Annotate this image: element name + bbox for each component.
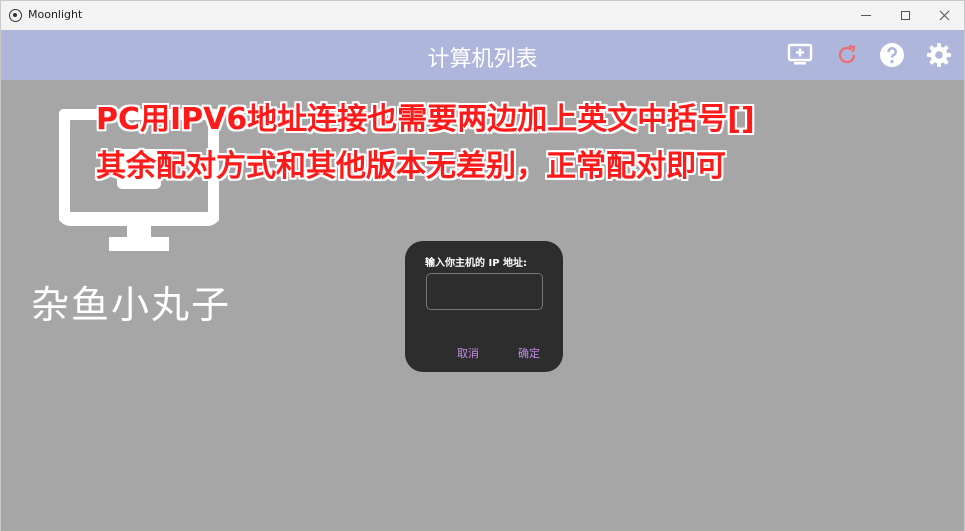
minimize-icon [861, 15, 871, 16]
moonlight-window: Moonlight 计算机列表 杂鱼小丸子 PC用IPV6地址连接也需要两边加上… [0, 0, 965, 531]
add-pc-button[interactable] [787, 42, 813, 68]
ip-address-input[interactable] [426, 273, 543, 310]
close-icon [939, 10, 949, 21]
cancel-button[interactable]: 取消 [457, 345, 479, 361]
refresh-icon [838, 44, 856, 64]
moonlight-logo-icon [9, 9, 22, 22]
maximize-button[interactable] [883, 1, 927, 30]
title-bar: Moonlight [1, 1, 964, 30]
annotation-line-2: 其余配对方式和其他版本无差别，正常配对即可 [96, 149, 726, 184]
ok-button[interactable]: 确定 [518, 345, 540, 361]
add-pc-dialog: 输入你主机的 IP 地址: 取消 确定 [405, 241, 563, 372]
maximize-icon [900, 11, 910, 20]
close-button[interactable] [922, 1, 965, 30]
settings-button[interactable] [926, 42, 952, 68]
help-icon [880, 43, 904, 67]
help-button[interactable] [879, 42, 905, 68]
computer-name: 杂鱼小丸子 [31, 283, 232, 327]
toolbar: 计算机列表 [1, 30, 964, 80]
add-pc-icon [787, 43, 813, 65]
page-title: 计算机列表 [427, 47, 538, 72]
refresh-button[interactable] [834, 42, 860, 68]
minimize-button[interactable] [844, 1, 888, 30]
annotation-line-1: PC用IPV6地址连接也需要两边加上英文中括号[] [96, 102, 755, 137]
settings-gear-icon [927, 43, 951, 67]
window-title: Moonlight [28, 8, 83, 21]
ip-address-label: 输入你主机的 IP 地址: [425, 258, 528, 269]
